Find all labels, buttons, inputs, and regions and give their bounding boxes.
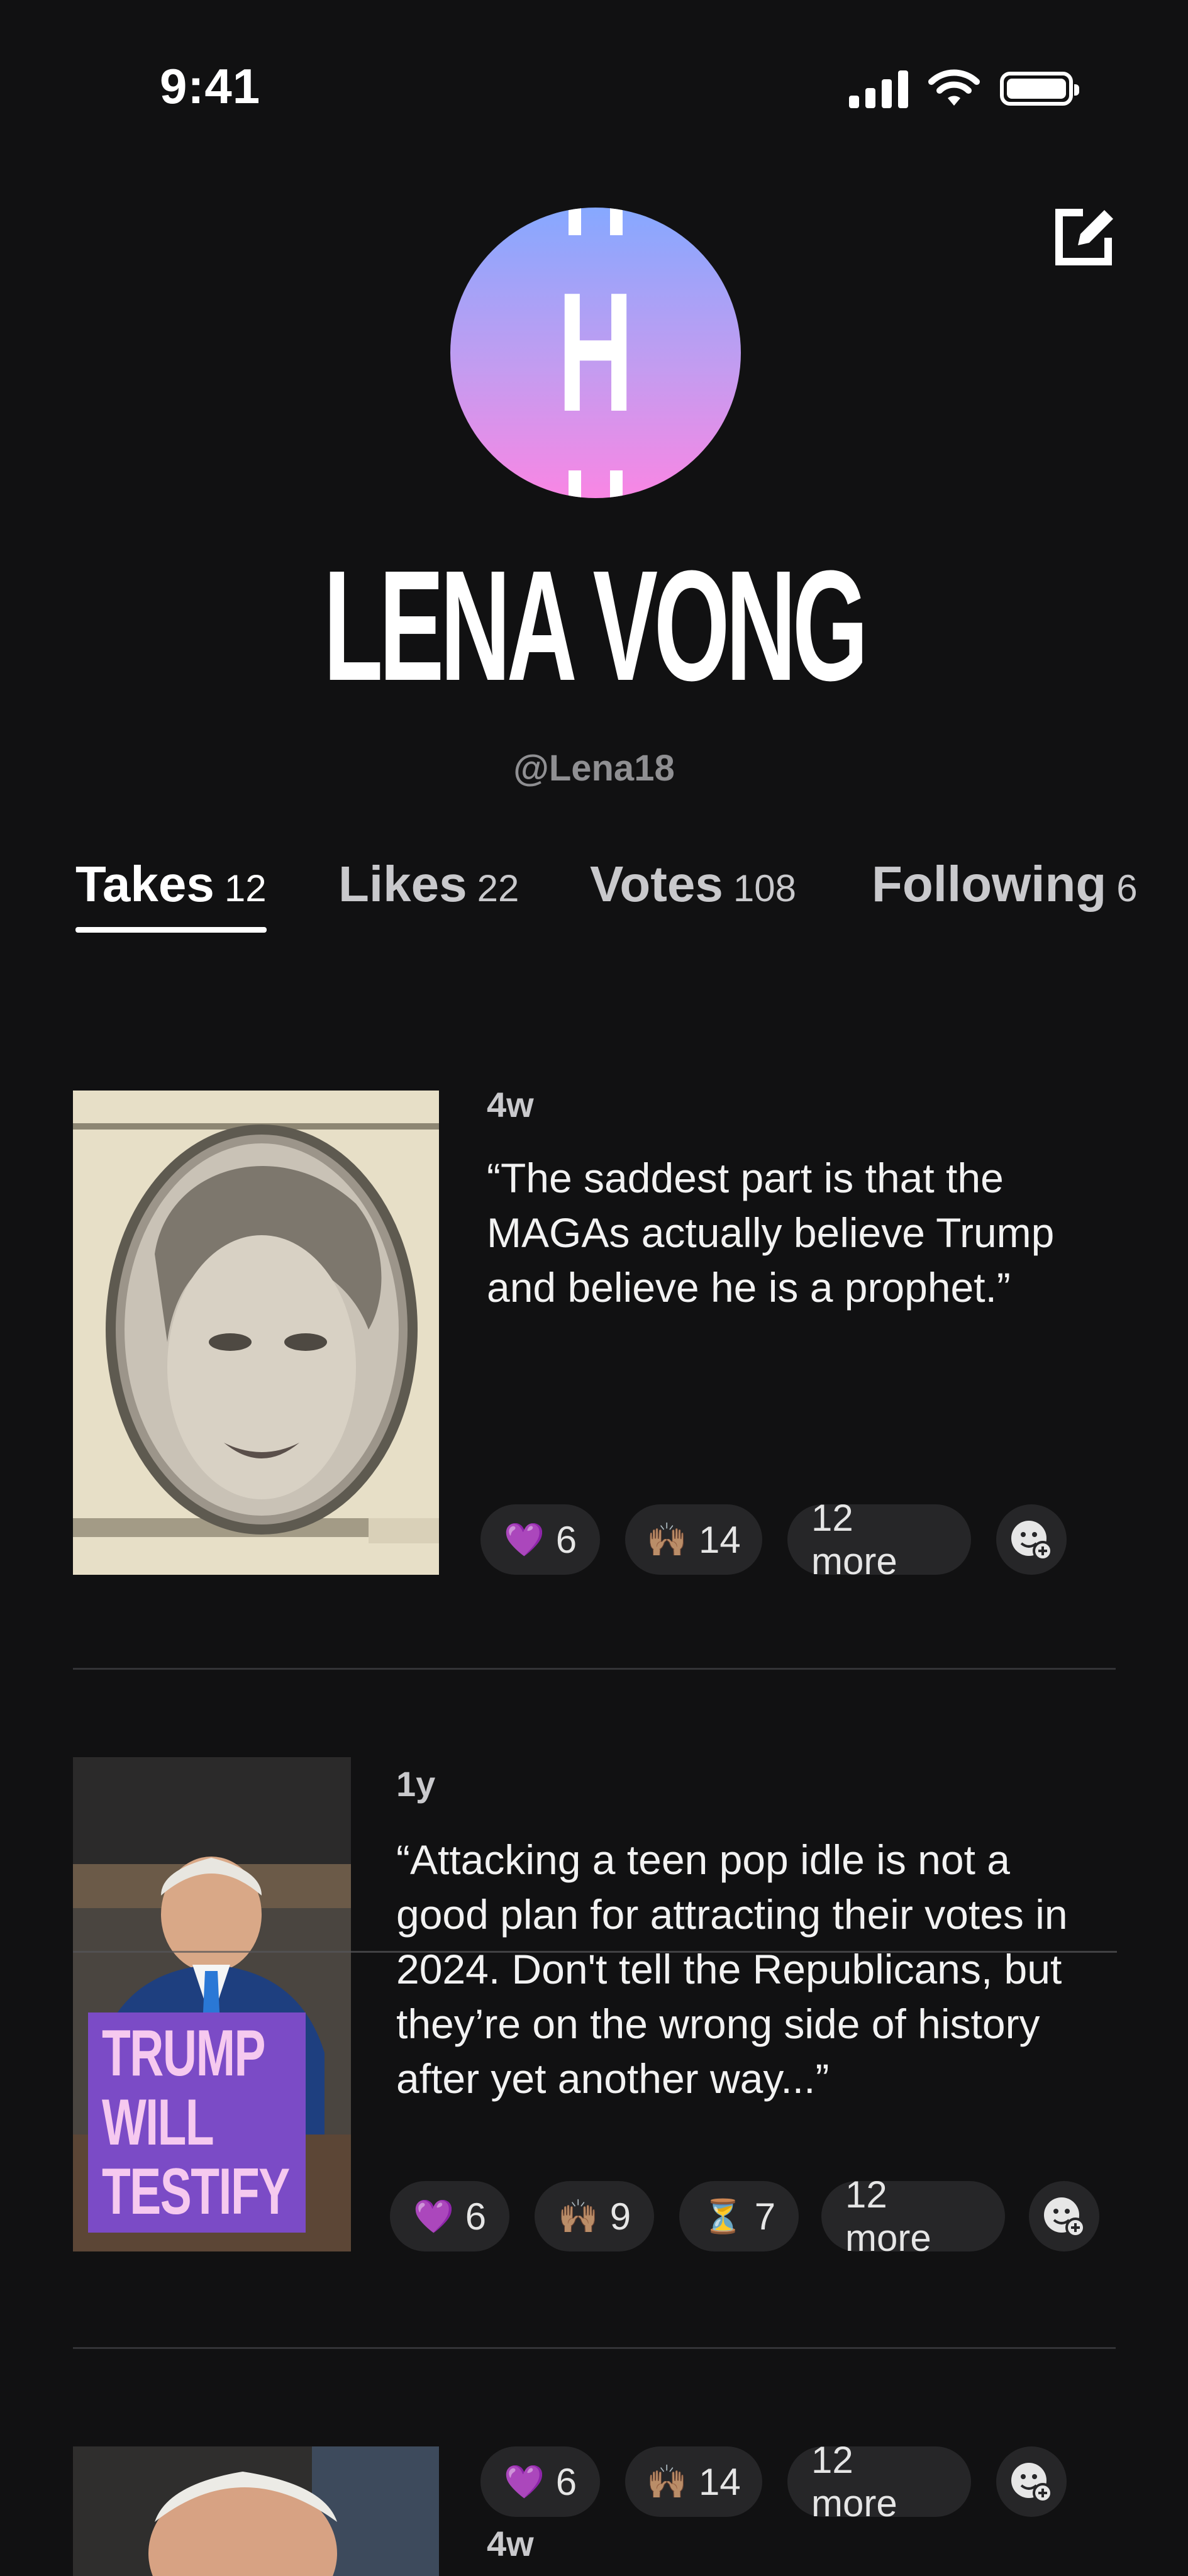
profile-name: LENA VONG: [323, 538, 868, 713]
reaction-count: 6: [465, 2195, 487, 2238]
raised-hands-icon: 🙌🏽: [647, 2463, 687, 2501]
add-reaction-button[interactable]: [996, 1504, 1067, 1575]
add-reaction-icon: [1044, 2197, 1085, 2238]
tab-count: 22: [477, 867, 519, 909]
tab-following[interactable]: Following 6: [872, 855, 1138, 913]
reaction-chip-hourglass[interactable]: ⏳ 7: [679, 2181, 799, 2251]
tab-active-indicator: [75, 927, 267, 933]
edit-icon[interactable]: [1050, 201, 1119, 270]
overlay-line: [73, 1951, 1117, 1953]
reaction-chip-heart[interactable]: 💜 6: [480, 2446, 600, 2517]
tab-label: Following: [872, 856, 1107, 912]
avatar-letter: H: [557, 258, 634, 447]
raised-hands-icon: 🙌🏽: [557, 2198, 599, 2235]
hourglass-icon: ⏳: [702, 2198, 743, 2235]
tab-count: 6: [1116, 867, 1138, 909]
caption-line: WILL: [102, 2086, 214, 2159]
reaction-count: 9: [609, 2195, 631, 2238]
raised-hands-icon: 🙌🏽: [647, 1521, 687, 1558]
banknote-portrait-image: [73, 1091, 439, 1575]
tab-takes[interactable]: Takes 12: [75, 855, 267, 913]
avatar[interactable]: H: [450, 208, 741, 498]
battery-icon: [1000, 72, 1079, 106]
more-reactions-button[interactable]: 12 more: [821, 2174, 1005, 2259]
tab-count: 12: [224, 867, 267, 909]
more-label: 12 more: [811, 2439, 897, 2524]
post-thumbnail[interactable]: [73, 1091, 439, 1575]
add-reaction-button[interactable]: [996, 2446, 1067, 2517]
post-thumbnail[interactable]: [73, 2446, 439, 2576]
post-text[interactable]: “Attacking a teen pop idle is not a good…: [396, 1833, 1107, 2106]
caption-line: TRUMP: [102, 2017, 265, 2090]
tab-label: Likes: [338, 856, 467, 912]
reaction-count: 6: [555, 1518, 577, 1561]
signal-icon: [849, 69, 908, 108]
purple-heart-icon: 💜: [503, 2463, 545, 2501]
add-reaction-icon: [1011, 1521, 1053, 1561]
post-age: 4w: [487, 2524, 534, 2563]
divider: [73, 2347, 1116, 2349]
post-text[interactable]: “The saddest part is that the MAGAs actu…: [487, 1151, 1103, 1315]
tab-votes[interactable]: Votes 108: [590, 855, 796, 913]
status-icons: [849, 68, 1079, 109]
tab-likes[interactable]: Likes 22: [338, 855, 519, 913]
add-reaction-icon: [1011, 2463, 1053, 2503]
reaction-chip-raised-hands[interactable]: 🙌🏽 14: [625, 1504, 762, 1575]
post-thumbnail[interactable]: TRUMP WILL TESTIFY: [73, 1757, 351, 2251]
post-age: 4w: [487, 1085, 534, 1124]
divider: [73, 1668, 1116, 1670]
reaction-chip-heart[interactable]: 💜 6: [480, 1504, 600, 1575]
reaction-chip-raised-hands[interactable]: 🙌🏽 9: [535, 2181, 654, 2251]
tab-label: Votes: [590, 856, 723, 912]
more-label: 12 more: [811, 1497, 897, 1582]
status-time: 9:41: [160, 58, 261, 114]
wifi-icon: [928, 69, 980, 106]
profile-handle: @Lena18: [513, 748, 675, 789]
add-reaction-button[interactable]: [1029, 2181, 1099, 2251]
reaction-count: 14: [699, 2460, 741, 2503]
tab-count: 108: [733, 867, 797, 909]
reaction-count: 7: [754, 2195, 776, 2238]
purple-heart-icon: 💜: [413, 2198, 454, 2235]
reaction-chip-heart[interactable]: 💜 6: [390, 2181, 509, 2251]
more-label: 12 more: [845, 2174, 931, 2259]
reaction-chip-raised-hands[interactable]: 🙌🏽 14: [625, 2446, 762, 2517]
headline-caption: TRUMP WILL TESTIFY: [88, 2012, 306, 2233]
news-photo-image: [73, 2446, 439, 2576]
caption-line: TESTIFY: [102, 2155, 290, 2228]
more-reactions-button[interactable]: 12 more: [787, 2439, 971, 2524]
reaction-count: 14: [699, 1518, 741, 1561]
reaction-count: 6: [555, 2460, 577, 2503]
post-age: 1y: [396, 1764, 436, 1804]
more-reactions-button[interactable]: 12 more: [787, 1497, 971, 1582]
tab-label: Takes: [75, 856, 214, 912]
purple-heart-icon: 💜: [503, 1521, 545, 1558]
